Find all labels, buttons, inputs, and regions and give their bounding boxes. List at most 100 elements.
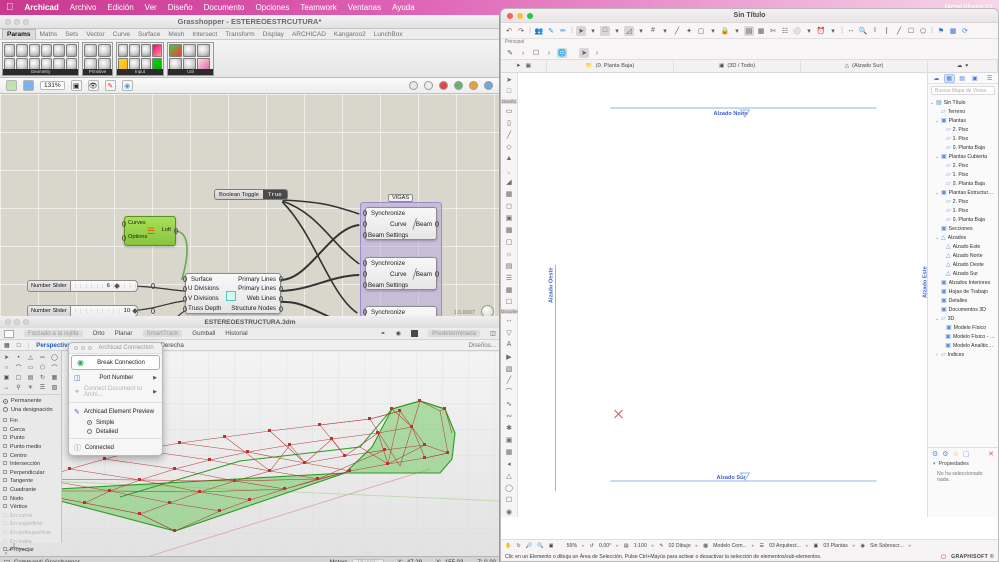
redo-icon[interactable]: ↷ bbox=[516, 26, 526, 36]
port-out[interactable] bbox=[435, 221, 439, 227]
lock-icon[interactable]: 🔒 bbox=[720, 26, 730, 36]
ribbon-group-util[interactable]: Util bbox=[167, 42, 214, 76]
surface-icon[interactable]: ▣ bbox=[1, 373, 12, 382]
view-map-icon[interactable]: ▦ bbox=[944, 74, 955, 83]
tab-select-tools[interactable]: ➤ ▦ bbox=[501, 60, 547, 73]
beam-node-2[interactable]: Synchronize Curve Beam Settings Beam ╱ bbox=[365, 257, 437, 290]
radio-icon[interactable] bbox=[87, 420, 92, 425]
truss-output-web-lines[interactable]: Web Lines bbox=[247, 295, 276, 302]
param-curve-icon[interactable] bbox=[53, 44, 64, 57]
port-in[interactable] bbox=[183, 276, 187, 282]
radio-icon[interactable] bbox=[3, 407, 8, 412]
gh-tab-mesh[interactable]: Mesh bbox=[164, 30, 188, 39]
override-icon[interactable]: ◉ bbox=[860, 543, 865, 549]
undo-icon[interactable]: ↶ bbox=[504, 26, 514, 36]
properties-panel[interactable]: ⚙ ⚙ ☆ ▢ ✕ ▾ Propiedades No ha selecciona… bbox=[928, 447, 998, 517]
properties-title-row[interactable]: ▾ Propiedades bbox=[928, 459, 998, 469]
scissors-icon[interactable]: ✄ bbox=[768, 26, 778, 36]
shell-tool-icon[interactable]: ◟ bbox=[504, 166, 515, 176]
error-icon[interactable] bbox=[439, 81, 448, 90]
chevron-down-icon[interactable]: ⌄ bbox=[935, 154, 939, 160]
settings-icon[interactable]: ⚙ bbox=[932, 450, 938, 458]
menu-item-edicion[interactable]: Edición bbox=[107, 3, 133, 12]
apple-icon[interactable]:  bbox=[6, 3, 14, 13]
beam-tool-icon[interactable]: ╱ bbox=[504, 130, 515, 140]
tree-item[interactable]: △Alzado Norte bbox=[930, 251, 996, 260]
spline-tool-icon[interactable]: ∾ bbox=[504, 411, 515, 421]
tab-view-options[interactable]: ☁ ▾ bbox=[928, 60, 998, 73]
skylight-tool-icon[interactable]: ▩ bbox=[504, 225, 515, 235]
layer-color-swatch[interactable] bbox=[411, 330, 418, 337]
beam-output-beam[interactable]: Beam bbox=[416, 271, 432, 278]
level-dim-icon[interactable]: ▽ bbox=[504, 328, 515, 338]
favorites-icon[interactable]: ☆ bbox=[953, 450, 959, 458]
port-in[interactable] bbox=[122, 221, 126, 227]
settings-alt-icon[interactable]: ⚙ bbox=[942, 450, 948, 458]
array-icon[interactable]: ▦ bbox=[49, 373, 60, 382]
syringe-icon[interactable]: ✏ bbox=[558, 26, 568, 36]
tree-item[interactable]: ▱1. Piso bbox=[930, 134, 996, 143]
rhino-modes-bar[interactable]: Forzado a la rejilla Orto Planar SmartTr… bbox=[0, 328, 500, 340]
param-boolean-icon[interactable] bbox=[84, 44, 97, 57]
layers-icon[interactable]: ☰ bbox=[37, 383, 48, 392]
polyline-icon[interactable]: △ bbox=[25, 353, 36, 362]
new-file-icon[interactable] bbox=[6, 80, 17, 91]
param-geometry-icon[interactable] bbox=[4, 44, 15, 57]
layer-link-icon[interactable]: ⚭ bbox=[381, 330, 386, 337]
slider-value[interactable]: 6 bbox=[107, 283, 110, 289]
panel-toggle-icon[interactable] bbox=[4, 330, 14, 338]
zoom-level-select[interactable]: 131% bbox=[40, 81, 65, 90]
gh-tab-transform[interactable]: Transform bbox=[221, 30, 258, 39]
menu-item-archicad[interactable]: Archicad bbox=[25, 3, 59, 12]
osnap-item[interactable]: Fin bbox=[3, 417, 58, 426]
text-tool-icon[interactable]: A bbox=[504, 340, 515, 350]
param-brep-icon[interactable] bbox=[29, 44, 40, 57]
status-override[interactable]: Sin Sobrescr... bbox=[870, 543, 904, 549]
colour-picker-icon[interactable] bbox=[152, 44, 162, 57]
status-pen-set[interactable]: 02 Dibujo bbox=[669, 543, 691, 549]
tree-item[interactable]: ⌄▤Sin Título bbox=[930, 98, 996, 107]
tree-item[interactable]: ⌄▱3D bbox=[930, 314, 996, 323]
layout-book-icon[interactable]: ▤ bbox=[957, 74, 968, 83]
cluster-icon[interactable] bbox=[169, 44, 182, 57]
beam-input-beam-settings[interactable]: Beam Settings bbox=[368, 232, 408, 239]
truss-output-structure-nodes[interactable]: Structure Nodes bbox=[231, 305, 276, 312]
chevron-down-icon[interactable]: ▾ bbox=[660, 26, 670, 36]
frame-icon[interactable]: ☐ bbox=[906, 26, 916, 36]
panel-right-icon[interactable]: ◫ bbox=[490, 330, 496, 337]
gh-tab-params[interactable]: Params bbox=[2, 29, 36, 39]
curve-icon[interactable]: ∾ bbox=[37, 353, 48, 362]
close-icon[interactable] bbox=[74, 346, 78, 350]
arrow-tool-icon[interactable]: ➤ bbox=[504, 75, 515, 85]
beam-input-curve[interactable]: Curve bbox=[390, 221, 407, 228]
tree-item[interactable]: ▣Hojas de Trabajo bbox=[930, 287, 996, 296]
port-out[interactable] bbox=[279, 276, 283, 282]
gh-tab-maths[interactable]: Maths bbox=[36, 30, 62, 39]
maximize-icon[interactable] bbox=[88, 346, 92, 350]
chevron-down-icon[interactable]: ▾ bbox=[804, 26, 814, 36]
status-zoom-value[interactable]: 59% bbox=[567, 543, 577, 549]
stair-tool-icon[interactable]: ▤ bbox=[504, 261, 515, 271]
boolean-toggle-node[interactable]: Boolean Toggle True bbox=[214, 189, 288, 200]
mode-snap-grid[interactable]: Forzado a la rejilla bbox=[24, 330, 83, 337]
tree-item[interactable]: ▣Documentos 3D bbox=[930, 305, 996, 314]
port-in[interactable] bbox=[363, 221, 367, 227]
mesh-preview-icon[interactable]: ◉ bbox=[122, 80, 133, 91]
archicad-status-bar[interactable]: ✋ ↻ 🔎 🔍 ▣ 59% ▸ ↺ 0,00° ▸ ▤ 1:100 ▸ ✎ 02… bbox=[501, 539, 998, 561]
zoom-out-icon[interactable]: 🔎 bbox=[526, 543, 532, 549]
loft-node[interactable]: Curves Options Loft ☰ bbox=[124, 216, 176, 246]
chevron-down-icon[interactable]: ▾ bbox=[933, 461, 936, 467]
zoom-in-icon[interactable]: 🔍 bbox=[537, 543, 543, 549]
current-layer-name[interactable]: Predeterminada bbox=[428, 330, 480, 337]
osnap-mode-una-designacion[interactable]: Una designación bbox=[3, 406, 58, 415]
truss-output-primary-lines-2[interactable]: Primary Lines bbox=[238, 285, 276, 292]
single-view-icon[interactable]: □ bbox=[17, 342, 21, 349]
chevron-right-icon[interactable]: › bbox=[592, 48, 602, 58]
ribbon-group-input[interactable]: Input bbox=[116, 42, 164, 76]
elevation-tool-icon[interactable]: △ bbox=[504, 471, 515, 481]
archicad-canvas[interactable]: ➤ □ Diseño ▭ ▯ ╱ ◇ ▲ ◟ ◢ ▦ ◻ ▣ ▩ ▢ ☼ ▤ ☰… bbox=[501, 73, 998, 517]
slider-value[interactable]: 10 bbox=[124, 308, 130, 314]
osnap-item[interactable]: Cerca bbox=[3, 426, 58, 435]
beam-input-curve[interactable]: Curve bbox=[390, 271, 407, 278]
options-icon[interactable]: ☰ bbox=[984, 74, 995, 83]
